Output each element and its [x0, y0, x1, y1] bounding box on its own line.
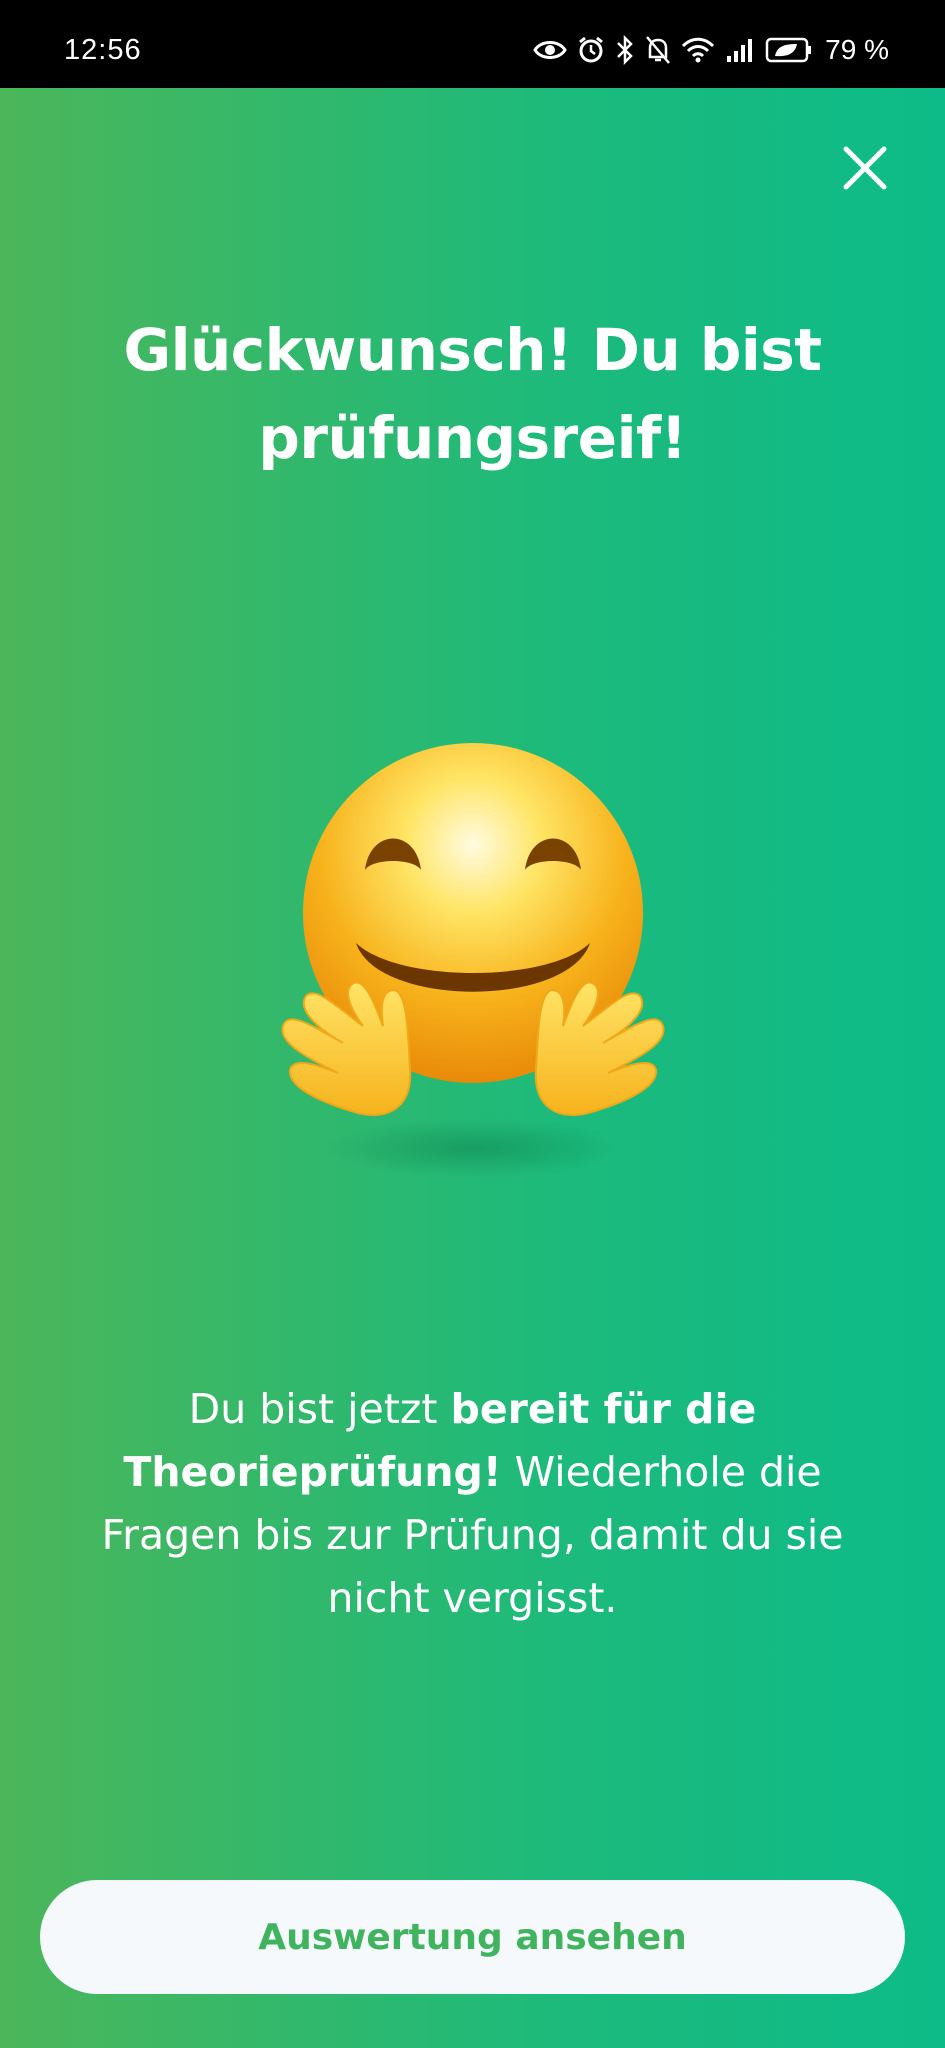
signal-icon — [725, 36, 755, 64]
wifi-icon — [681, 36, 715, 64]
result-screen: Glückwunsch! Du bist prüfungsreif! Du bi… — [0, 88, 945, 2048]
eye-icon — [533, 38, 567, 62]
close-icon — [842, 145, 888, 195]
status-icons: 79 % — [533, 30, 889, 70]
status-bar: 12:56 79 % — [0, 0, 945, 88]
message-part1: Du bist jetzt — [188, 1385, 451, 1433]
message-text: Du bist jetzt bereit für die Theorieprüf… — [70, 1378, 875, 1630]
bluetooth-icon — [615, 35, 635, 65]
page-title: Glückwunsch! Du bist prüfungsreif! — [123, 316, 822, 472]
battery-percent: 79 % — [825, 34, 889, 65]
hugging-face-emoji — [268, 708, 678, 1208]
bell-off-icon — [645, 35, 671, 65]
battery-icon — [765, 36, 813, 64]
view-results-button[interactable]: Auswertung ansehen — [40, 1880, 905, 1994]
close-button[interactable] — [833, 138, 897, 202]
alarm-icon — [577, 36, 605, 64]
status-time: 12:56 — [64, 34, 142, 66]
